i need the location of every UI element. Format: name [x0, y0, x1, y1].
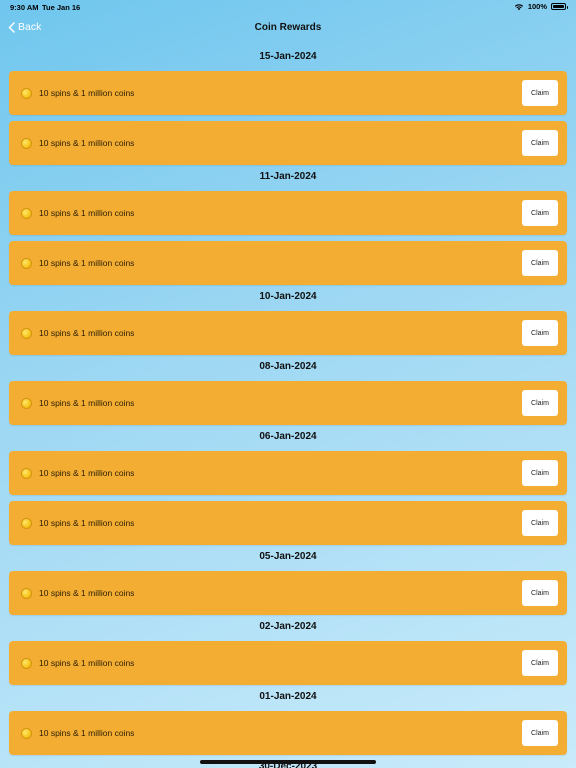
reward-label: 10 spins & 1 million coins: [39, 138, 135, 148]
reward-label: 10 spins & 1 million coins: [39, 518, 135, 528]
status-time: 9:30 AM: [10, 3, 39, 12]
coin-icon: [21, 397, 32, 409]
claim-button[interactable]: Claim: [522, 390, 558, 416]
coin-icon: [21, 87, 32, 99]
status-right: 100%: [514, 2, 568, 11]
date-header: 06-Jan-2024: [259, 431, 317, 442]
reward-row: 10 spins & 1 million coins Claim: [9, 71, 567, 115]
page-title: Coin Rewards: [254, 22, 322, 33]
reward-label: 10 spins & 1 million coins: [39, 328, 135, 338]
battery-fill: [553, 5, 564, 8]
claim-button[interactable]: Claim: [522, 320, 558, 346]
reward-label: 10 spins & 1 million coins: [39, 468, 135, 478]
coin-icon: [21, 587, 32, 599]
reward-row: 10 spins & 1 million coins Claim: [9, 241, 567, 285]
coin-icon: [21, 467, 32, 479]
claim-button[interactable]: Claim: [522, 580, 558, 606]
coin-icon: [21, 727, 32, 739]
reward-row: 10 spins & 1 million coins Claim: [9, 501, 567, 545]
date-header: 15-Jan-2024: [259, 51, 317, 62]
home-indicator[interactable]: [200, 760, 376, 764]
claim-button[interactable]: Claim: [522, 510, 558, 536]
reward-label: 10 spins & 1 million coins: [39, 208, 135, 218]
reward-row: 10 spins & 1 million coins Claim: [9, 121, 567, 165]
reward-row: 10 spins & 1 million coins Claim: [9, 641, 567, 685]
date-header: 11-Jan-2024: [259, 171, 317, 182]
coin-icon: [21, 257, 32, 269]
reward-row: 10 spins & 1 million coins Claim: [9, 311, 567, 355]
reward-row: 10 spins & 1 million coins Claim: [9, 571, 567, 615]
date-header: 10-Jan-2024: [259, 291, 317, 302]
battery-icon: [551, 3, 568, 10]
reward-label: 10 spins & 1 million coins: [39, 88, 135, 98]
nav-bar: Back Coin Rewards: [0, 14, 576, 42]
claim-button[interactable]: Claim: [522, 460, 558, 486]
claim-button[interactable]: Claim: [522, 80, 558, 106]
reward-label: 10 spins & 1 million coins: [39, 728, 135, 738]
date-header: 02-Jan-2024: [259, 621, 317, 632]
coin-icon: [21, 657, 32, 669]
coin-icon: [21, 137, 32, 149]
reward-label: 10 spins & 1 million coins: [39, 398, 135, 408]
reward-row: 10 spins & 1 million coins Claim: [9, 191, 567, 235]
reward-label: 10 spins & 1 million coins: [39, 258, 135, 268]
reward-row: 10 spins & 1 million coins Claim: [9, 381, 567, 425]
coin-icon: [21, 517, 32, 529]
coin-icon: [21, 207, 32, 219]
claim-button[interactable]: Claim: [522, 720, 558, 746]
reward-list: 15-Jan-2024 10 spins & 1 million coins Cla…: [9, 49, 567, 768]
date-header: 01-Jan-2024: [259, 691, 317, 702]
wifi-icon: [514, 3, 523, 10]
reward-label: 10 spins & 1 million coins: [39, 588, 135, 598]
battery-percent: 100%: [527, 2, 547, 11]
claim-button[interactable]: Claim: [522, 200, 558, 226]
status-bar: 9:30 AM Tue Jan 16 100%: [0, 0, 576, 14]
date-header: 08-Jan-2024: [259, 361, 317, 372]
reward-row: 10 spins & 1 million coins Claim: [9, 451, 567, 495]
claim-button[interactable]: Claim: [522, 250, 558, 276]
reward-row: 10 spins & 1 million coins Claim: [9, 711, 567, 755]
coin-icon: [21, 327, 32, 339]
claim-button[interactable]: Claim: [522, 130, 558, 156]
claim-button[interactable]: Claim: [522, 650, 558, 676]
date-header: 05-Jan-2024: [259, 551, 317, 562]
status-date: Tue Jan 16: [42, 3, 81, 12]
reward-label: 10 spins & 1 million coins: [39, 658, 135, 668]
